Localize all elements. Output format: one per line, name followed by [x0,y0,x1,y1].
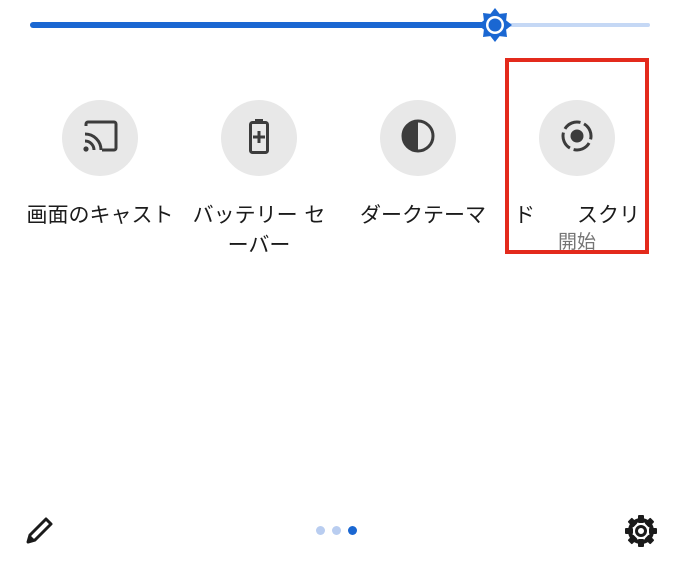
tile-label: 画面のキャスト [26,203,174,227]
pencil-icon [22,517,56,552]
brightness-slider[interactable] [30,7,650,43]
tile-button[interactable] [62,100,138,176]
page-dot[interactable] [332,526,341,535]
battery-saver-icon [239,116,279,160]
tile-button[interactable] [221,100,297,176]
tile-label: ダークテーマ [360,203,486,227]
highlight-box [505,58,649,254]
quick-settings-panel: 画面のキャスト バッテリー セ ーバー ダークテーマ ド スクリ 開始 [0,0,680,568]
settings-button[interactable] [622,512,660,550]
dark-theme-icon [398,116,438,160]
tile-dark-theme[interactable]: ダークテーマ [343,100,493,230]
tile-battery-saver[interactable]: バッテリー セ ーバー [184,100,334,260]
tile-label: バッテリー セ ーバー [192,203,326,257]
page-dot[interactable] [316,526,325,535]
slider-fill [30,22,495,28]
tile-screen-cast[interactable]: 画面のキャスト [25,100,175,230]
gear-icon [622,515,660,554]
page-indicator [316,526,357,535]
brightness-icon[interactable] [477,7,513,43]
page-dot-active[interactable] [348,526,357,535]
cast-icon [80,116,120,160]
tile-button[interactable] [380,100,456,176]
edit-button[interactable] [22,514,56,548]
